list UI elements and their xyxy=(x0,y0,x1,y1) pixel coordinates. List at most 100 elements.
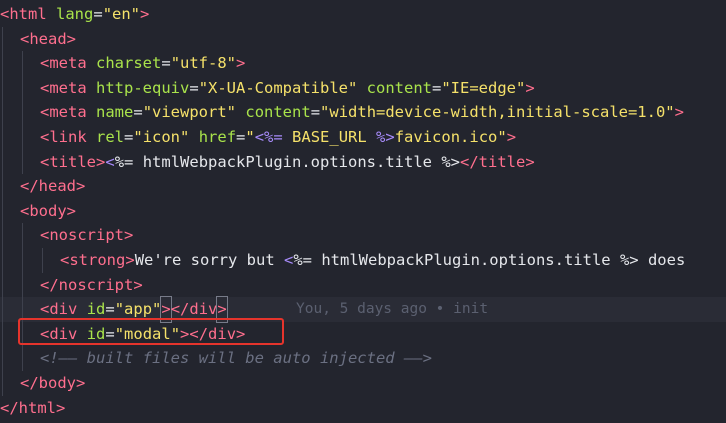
code-line[interactable]: <strong>We're sorry but <%= htmlWebpackP… xyxy=(0,248,726,273)
code-token: id xyxy=(86,324,106,343)
code-token: < xyxy=(40,324,50,343)
code-token: head xyxy=(38,177,76,196)
code-token: body xyxy=(38,374,76,392)
code-token: = xyxy=(189,78,199,97)
code-token: > xyxy=(160,296,172,323)
code-line[interactable]: <meta http-equiv="X-UA-Compatible" conte… xyxy=(0,75,726,101)
code-token: > xyxy=(236,54,246,73)
indent-guide xyxy=(22,125,23,150)
code-token: charset xyxy=(96,54,162,73)
code-token: = xyxy=(133,103,143,122)
code-token: content xyxy=(366,78,432,97)
code-text: <html lang="en"> xyxy=(0,2,149,27)
code-line[interactable]: <meta name="viewport" content="width=dev… xyxy=(0,100,726,125)
code-token: favicon.ico" xyxy=(394,128,507,146)
code-token: = xyxy=(124,128,134,146)
code-line[interactable]: <html lang="en"> xyxy=(0,2,726,27)
code-token: </ xyxy=(170,300,190,319)
code-token: meta xyxy=(49,54,87,73)
indent-guide xyxy=(2,51,3,76)
code-text: <!—— built files will be auto injected —… xyxy=(40,346,432,371)
code-token: < xyxy=(40,300,50,319)
code-line[interactable]: <title><%= htmlWebpackPlugin.options.tit… xyxy=(0,149,726,175)
indent-guide xyxy=(22,248,23,273)
code-text: </html> xyxy=(0,396,65,421)
code-token: = xyxy=(432,78,442,97)
code-line[interactable]: </head> xyxy=(0,174,726,199)
code-line[interactable]: <body> xyxy=(0,198,726,224)
code-token: href xyxy=(198,128,237,146)
code-token: > xyxy=(56,398,66,417)
code-text: <strong>We're sorry but <%= htmlWebpackP… xyxy=(60,248,685,273)
code-token: "IE=edge" xyxy=(441,78,526,97)
indent-guide xyxy=(2,297,3,322)
code-token: title xyxy=(478,152,526,171)
code-token: </ xyxy=(0,398,19,417)
code-line[interactable]: <!—— built files will be auto injected —… xyxy=(0,346,726,371)
code-token: id xyxy=(86,300,106,319)
code-token: "app" xyxy=(114,300,162,319)
code-token: noscript xyxy=(49,226,124,245)
indent-guide xyxy=(22,272,23,298)
code-token: < xyxy=(40,226,50,245)
code-text: <title><%= htmlWebpackPlugin.options.tit… xyxy=(40,150,535,175)
indent-guide xyxy=(22,297,23,322)
code-token: = xyxy=(93,5,103,23)
code-token: div xyxy=(189,300,218,319)
code-line[interactable]: <link rel="icon" href="<%= BASE_URL %>fa… xyxy=(0,125,726,150)
code-token: < xyxy=(40,78,50,97)
code-token: " xyxy=(245,128,255,146)
code-token: div xyxy=(49,300,78,319)
code-token: div xyxy=(208,324,237,343)
code-token: </ xyxy=(20,177,39,196)
code-token: > xyxy=(125,251,135,269)
code-token: "viewport" xyxy=(142,103,237,122)
highlighted-code-line[interactable]: <div id="modal"></div> xyxy=(0,321,726,347)
indent-guide xyxy=(2,100,3,125)
code-text: <meta charset="utf-8"> xyxy=(40,51,245,76)
code-line[interactable]: <noscript> xyxy=(0,223,726,248)
code-token: rel xyxy=(96,128,125,146)
code-token: < xyxy=(284,251,294,269)
code-line[interactable]: <meta charset="utf-8"> xyxy=(0,51,726,76)
code-token: = xyxy=(161,54,171,73)
code-line[interactable]: </body> xyxy=(0,371,726,396)
code-token: = xyxy=(236,128,246,146)
code-text: </head> xyxy=(20,174,85,199)
code-token: = xyxy=(105,324,115,343)
indent-guide xyxy=(2,26,3,52)
indent-guide xyxy=(22,321,23,347)
code-token: div xyxy=(49,324,78,343)
code-text: <body> xyxy=(20,199,76,224)
code-line[interactable]: </noscript> xyxy=(0,272,726,298)
code-token: body xyxy=(29,201,67,220)
code-token: %= htmlWebpackPlugin.options.title %> do… xyxy=(293,251,686,269)
indent-guide xyxy=(22,51,23,76)
code-token: </ xyxy=(459,152,479,171)
code-line[interactable]: </html> xyxy=(0,396,726,421)
code-token: > xyxy=(133,275,143,294)
code-token: < xyxy=(0,5,10,23)
code-token: > xyxy=(180,324,190,343)
code-text: <meta name="viewport" content="width=dev… xyxy=(40,100,684,125)
code-token: </ xyxy=(189,324,209,343)
code-token: content xyxy=(245,103,311,122)
code-line[interactable]: <head> xyxy=(0,26,726,52)
code-token: > xyxy=(66,29,77,48)
code-token: < xyxy=(105,152,115,171)
code-token: "width=device-width,initial-scale=1.0" xyxy=(320,103,675,122)
code-token: < xyxy=(40,128,50,146)
code-text: <head> xyxy=(20,27,76,52)
indent-guide xyxy=(2,75,3,101)
code-editor[interactable]: <html lang="en"> <head> <meta charset="utf… xyxy=(0,0,726,423)
code-line[interactable]: <div id="app"></div> You, 5 days ago • in… xyxy=(0,296,726,323)
code-token: < xyxy=(40,103,50,122)
code-token: > xyxy=(525,152,535,171)
code-text: <meta http-equiv="X-UA-Compatible" conte… xyxy=(40,76,535,101)
indent-guide xyxy=(22,75,23,101)
code-token: title xyxy=(49,152,97,171)
code-token: "utf-8" xyxy=(170,54,237,73)
